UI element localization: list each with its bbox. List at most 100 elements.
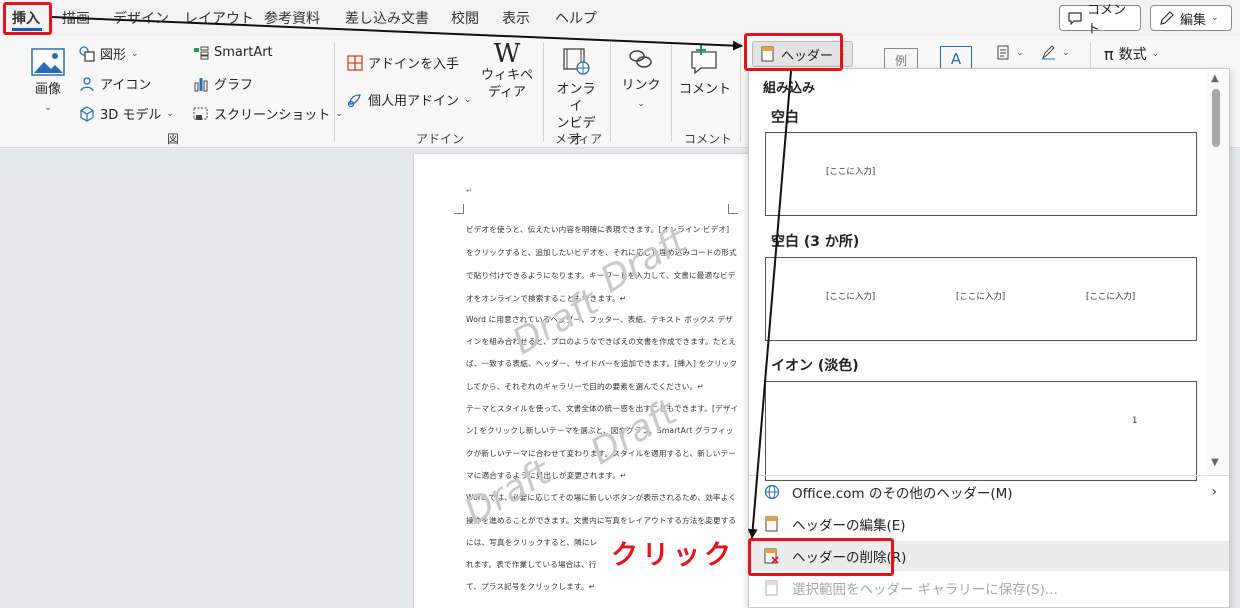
- doc-line: オをオンラインで検索することもできます。↵: [466, 294, 627, 303]
- chevron-right-icon: ›: [1211, 484, 1217, 500]
- smartart-button[interactable]: SmartArt: [192, 44, 273, 61]
- picture-icon: [31, 48, 65, 80]
- icons-button[interactable]: アイコン: [78, 74, 151, 93]
- tab-draw[interactable]: 描画: [62, 8, 90, 28]
- placeholder-text: [ここに入力]: [956, 292, 1006, 302]
- wikipedia-label-line2: ディア: [487, 85, 527, 100]
- remove-header-item[interactable]: ヘッダーの削除(R): [749, 541, 1229, 571]
- text-options-button[interactable]: ⌄: [994, 44, 1024, 61]
- active-tab-indicator: [12, 28, 42, 31]
- new-comment-button[interactable]: コメント: [678, 44, 732, 98]
- tab-mailings[interactable]: 差し込み文書: [345, 8, 429, 28]
- scroll-up-icon[interactable]: ▲: [1211, 73, 1219, 84]
- textbox-icon: A: [950, 50, 962, 68]
- signature-line-button[interactable]: ⌄: [1040, 44, 1070, 61]
- link-label: リンク: [621, 78, 661, 93]
- screenshot-label: スクリーンショット: [214, 108, 331, 123]
- tab-view[interactable]: 表示: [502, 8, 530, 28]
- remove-header-label: ヘッダーの削除(R): [792, 550, 907, 566]
- pencil-icon: [1158, 10, 1175, 27]
- placeholder-text: [ここに入力]: [1086, 292, 1136, 302]
- editing-mode-button[interactable]: 編集 ⌄: [1150, 5, 1232, 31]
- edit-header-item[interactable]: ヘッダーの編集(E): [749, 509, 1229, 539]
- link-button[interactable]: リンク ⌄: [616, 46, 666, 113]
- header-preview-blank-three[interactable]: [ここに入力] [ここに入力] [ここに入力]: [765, 257, 1197, 341]
- doc-line: れます。表で作業している場合は、行: [466, 560, 597, 569]
- menu-divider: [749, 475, 1229, 476]
- tab-layout[interactable]: レイアウト: [184, 8, 254, 28]
- header-button-label: ヘッダー: [781, 48, 834, 64]
- 3d-models-label: 3D モデル: [100, 108, 162, 123]
- tab-insert[interactable]: 挿入: [12, 8, 40, 28]
- header-preview-ion-light[interactable]: 1: [765, 381, 1197, 481]
- chart-button[interactable]: グラフ: [192, 74, 253, 93]
- chevron-down-icon: ⌄: [335, 108, 343, 119]
- icons-icon: [78, 75, 95, 92]
- margin-marker: [454, 204, 464, 214]
- doc-line: て、プラス記号をクリックします。↵: [466, 582, 596, 591]
- page-number-text: 1: [1132, 416, 1138, 426]
- group-label-media: メディア: [555, 132, 603, 146]
- header-gallery-dropdown: 組み込み 空白 [ここに入力] 空白 (3 か所) [ここに入力] [ここに入力…: [748, 68, 1230, 608]
- equation-button[interactable]: π 数式 ⌄: [1104, 44, 1159, 64]
- 3d-models-button[interactable]: 3D モデル ⌄: [78, 104, 174, 123]
- tab-review[interactable]: 校閲: [451, 8, 479, 28]
- group-label-comments: コメント: [684, 132, 733, 146]
- online-video-icon: [561, 48, 591, 80]
- shapes-label: 図形: [100, 48, 127, 63]
- ribbon-tab-bar: 挿入 描画 デザイン レイアウト 参考資料 差し込み文書 校閲 表示 ヘルプ コ…: [0, 0, 1240, 37]
- doc-line: してから、それぞれのギャラリーで目的の要素を選んでください。↵: [466, 382, 704, 391]
- gallery-item-title: 空白 (3 か所): [771, 234, 860, 250]
- new-comment-label: コメント: [678, 82, 731, 97]
- link-icon: [627, 50, 655, 76]
- placeholder-text: [ここに入力]: [826, 167, 876, 177]
- my-addins-button[interactable]: 個人用アドイン ⌄: [346, 90, 472, 109]
- ribbon-separator: [610, 42, 611, 142]
- gallery-scrollbar[interactable]: ▲ ▼: [1207, 69, 1229, 474]
- online-video-label-line1: オンライ: [556, 82, 596, 114]
- smartart-label: SmartArt: [214, 45, 273, 60]
- wikipedia-label-line1: ウィキペ: [480, 68, 533, 83]
- wikipedia-button[interactable]: W ウィキペ ディア: [480, 41, 534, 101]
- chevron-down-icon: ⌄: [44, 103, 52, 113]
- smartart-icon: [192, 44, 209, 61]
- get-addins-button[interactable]: アドインを入手: [346, 53, 459, 72]
- insert-picture-button[interactable]: 画像 ⌄: [28, 48, 68, 117]
- screenshot-button[interactable]: スクリーンショット ⌄: [192, 104, 343, 123]
- more-headers-office-item[interactable]: Office.com のその他のヘッダー(M) ›: [749, 477, 1229, 507]
- picture-label: 画像: [34, 82, 61, 97]
- tab-references[interactable]: 参考資料: [264, 8, 320, 28]
- chevron-down-icon: ⌄: [464, 94, 472, 105]
- scrollbar-thumb[interactable]: [1212, 89, 1220, 147]
- header-preview-blank[interactable]: [ここに入力]: [765, 132, 1197, 216]
- equation-label: 数式: [1118, 47, 1147, 63]
- get-addins-label: アドインを入手: [368, 57, 460, 72]
- screenshot-icon: [192, 105, 209, 122]
- chart-icon: [192, 75, 209, 92]
- my-addins-label: 個人用アドイン: [368, 94, 460, 109]
- header-dropdown-button[interactable]: ヘッダー ⌄: [752, 41, 853, 67]
- gallery-item-title: イオン (淡色): [771, 358, 859, 374]
- quick-parts-label: 例: [894, 53, 907, 68]
- tab-help[interactable]: ヘルプ: [555, 8, 597, 28]
- save-selection-to-gallery-item[interactable]: 選択範囲をヘッダー ギャラリーに保存(S)...: [749, 573, 1229, 603]
- header-icon: [759, 46, 776, 63]
- shapes-button[interactable]: 図形 ⌄: [78, 44, 139, 63]
- doc-line: ビデオを使うと、伝えたい内容を明確に表現できます。[オンライン ビデオ]: [466, 225, 730, 234]
- tab-design[interactable]: デザイン: [113, 8, 169, 28]
- doc-line: ば、一致する表紙、ヘッダー、サイドバーを追加できます。[挿入] をクリック: [466, 359, 738, 368]
- chevron-down-icon: ⌄: [1062, 47, 1070, 58]
- comments-button-label: コメント: [1087, 3, 1127, 37]
- shapes-icon: [78, 45, 95, 62]
- placeholder-text: [ここに入力]: [826, 292, 876, 302]
- store-icon: [346, 54, 363, 71]
- comments-button[interactable]: コメント: [1059, 3, 1141, 37]
- addins-icon: [346, 91, 363, 108]
- doc-line: には、写真をクリックすると、隣にレ: [466, 538, 598, 547]
- doc-line: をクリックすると、追加したいビデオを、それに応じた埋め込みコードの形式: [466, 248, 737, 257]
- group-label-addins: アドイン: [416, 132, 465, 146]
- chart-label: グラフ: [214, 78, 254, 93]
- document-icon: [994, 44, 1011, 61]
- ribbon-separator: [334, 42, 335, 142]
- scroll-down-icon[interactable]: ▼: [1211, 457, 1219, 468]
